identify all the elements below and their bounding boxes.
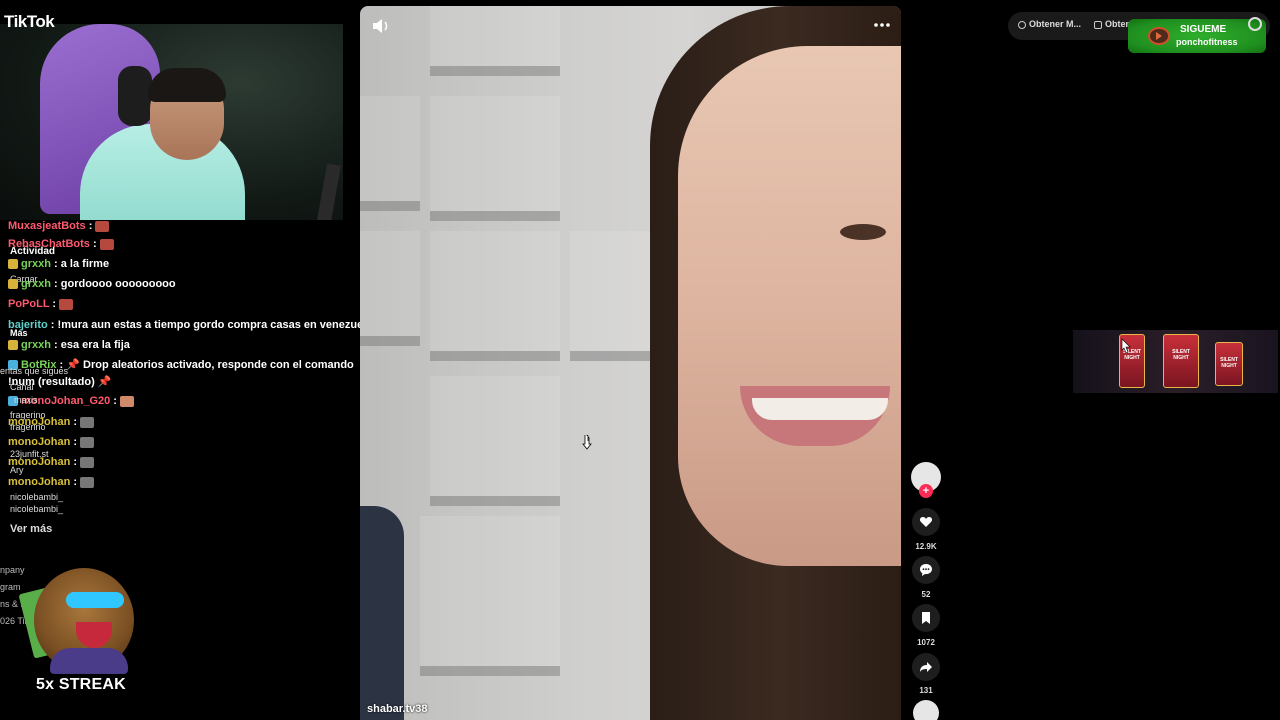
follow-me-handle: ponchofitness — [1176, 37, 1238, 47]
profile-icon[interactable] — [1248, 17, 1262, 31]
chat-message: monoJohan : — [8, 414, 356, 430]
comment-button[interactable] — [912, 556, 940, 584]
save-count: 1072 — [917, 638, 935, 647]
cursor-icon — [1121, 338, 1131, 354]
stream-chat: MuxasjeatBots : Actividad RebasChatBots … — [0, 216, 373, 526]
streamer-webcam — [0, 24, 343, 220]
chat-message: monoJohan : — [8, 434, 356, 450]
video-player[interactable]: shabar.tv38 — [360, 6, 901, 720]
volume-icon[interactable] — [372, 18, 390, 34]
heart-icon — [919, 517, 933, 527]
phone-icon — [1094, 20, 1102, 29]
share-icon — [920, 662, 932, 672]
share-button[interactable] — [912, 653, 940, 681]
chat-message: grxxh : a la firme — [8, 256, 356, 272]
mouse-cursor-icon — [582, 434, 592, 450]
get-app-icon — [1018, 20, 1026, 29]
bookmark-button[interactable] — [912, 604, 940, 632]
streak-label: 5x STREAK — [36, 676, 126, 693]
creator-username[interactable]: shabar.tv38 — [367, 703, 428, 715]
music-disc[interactable] — [913, 700, 939, 720]
bookmark-icon — [922, 612, 930, 624]
chat-message: monoJohan : — [8, 474, 356, 490]
comment-icon — [920, 564, 932, 576]
chat-message: PoPoLL : — [8, 296, 356, 312]
get-app-button[interactable]: Obtener M... — [1018, 19, 1081, 29]
youtube-icon — [1148, 27, 1170, 45]
tiktok-logo[interactable]: TikTok — [4, 12, 55, 32]
streak-overlay: 5x STREAK — [18, 566, 142, 706]
chat-message: monoJohan : — [8, 454, 356, 470]
follow-me-title: SIGUEME — [1180, 24, 1227, 35]
chat-message: monoJohan_G20 : — [8, 393, 356, 409]
chat-message: grxxh : gordoooo ooooooooo — [8, 276, 356, 292]
share-count: 131 — [919, 686, 933, 695]
account-fragerino-2[interactable]: fragerino — [10, 422, 46, 432]
follow-me-badge: SIGUEME ponchofitness — [1128, 19, 1266, 53]
promo-thumbnail[interactable]: SILENT NIGHT SILENT NIGHT SILENT NIGHT — [1073, 330, 1278, 393]
chat-message: grxxh : esa era la fija — [8, 337, 356, 353]
see-more-link[interactable]: Ver más — [10, 523, 52, 535]
chat-message: !num (resultado) 📌 — [8, 376, 112, 388]
account-nicolebambi[interactable]: nicolebambi_ — [10, 492, 63, 502]
follow-plus-icon[interactable]: + — [919, 484, 933, 498]
chat-message: bajerito : !mura aun estas a tiempo gord… — [8, 319, 373, 331]
comment-count: 52 — [921, 590, 931, 599]
account-nicolebambi-2[interactable]: nicolebambi_ — [10, 504, 63, 514]
account-maxis[interactable]: maxis — [14, 395, 38, 405]
promo-card: SILENT NIGHT — [1215, 342, 1243, 386]
more-options-icon[interactable] — [872, 18, 892, 32]
chat-message: RebasChatBots : — [8, 236, 356, 252]
chat-message: MuxasjeatBots : — [8, 218, 356, 234]
canal-label: Canal — [10, 382, 34, 392]
like-button[interactable] — [912, 508, 940, 536]
promo-card: SILENT NIGHT — [1163, 334, 1199, 388]
like-count: 12.9K — [915, 542, 937, 551]
